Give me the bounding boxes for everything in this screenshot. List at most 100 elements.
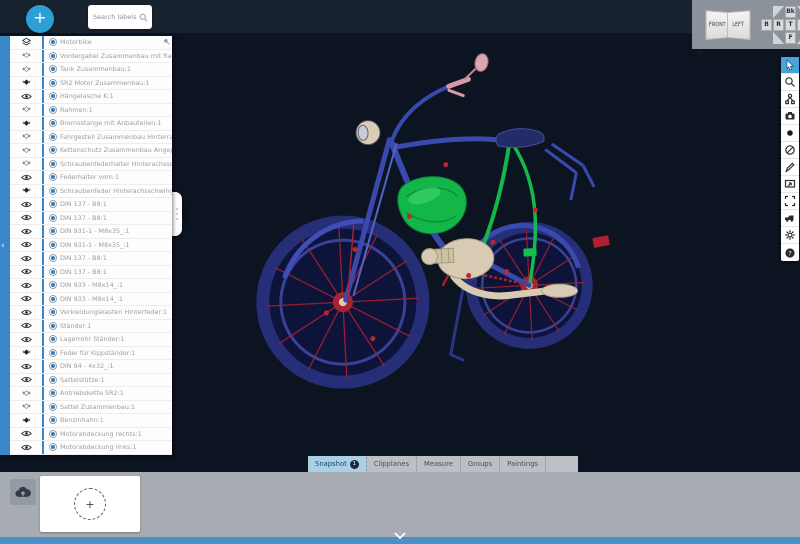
tree-item[interactable]: ‹◆›Schraubenfeder Hinterachsschwinge:1 — [10, 185, 172, 199]
sidebar-collapse-strip[interactable]: ‹ — [0, 36, 10, 455]
tree-item[interactable]: ‹◆›Benzinhahn:1 — [10, 414, 172, 428]
tree-item[interactable]: Federhalter vorn:1 — [10, 171, 172, 185]
radio-icon[interactable] — [49, 376, 57, 384]
eye-icon[interactable] — [10, 441, 44, 454]
tree-item[interactable]: Motorabdeckung links:1 — [10, 441, 172, 455]
eye-icon[interactable] — [10, 306, 44, 319]
eye-icon[interactable] — [10, 333, 44, 346]
tree-item[interactable]: ‹◇›Antriebskette SR2:1 — [10, 387, 172, 401]
ghost-eye-solid-icon[interactable]: ‹◆› — [10, 347, 44, 360]
radio-icon[interactable] — [49, 65, 57, 73]
tree-item[interactable]: ‹◇›Vordergabel Zusammenbau mit Rad:1 — [10, 50, 172, 64]
motorbike-3d-model[interactable] — [205, 45, 675, 445]
radio-icon[interactable] — [49, 430, 57, 438]
ghost-eye-solid-icon[interactable]: ‹◆› — [10, 77, 44, 90]
tab-clipplanes[interactable]: Clipplanes — [367, 456, 417, 472]
ghost-eye-icon[interactable]: ‹◇› — [10, 387, 44, 400]
eye-icon[interactable] — [10, 239, 44, 252]
tree-item[interactable]: Motorabdeckung rechts:1 — [10, 428, 172, 442]
tree-item[interactable]: DIN 933 - M8x14_:1 — [10, 293, 172, 307]
ghost-eye-icon[interactable]: ‹◇› — [10, 144, 44, 157]
tab-measure[interactable]: Measure — [417, 456, 461, 472]
tree-item[interactable]: Ständer:1 — [10, 320, 172, 334]
ghost-eye-icon[interactable]: ‹◇› — [10, 63, 44, 76]
radio-icon[interactable] — [49, 335, 57, 343]
eye-icon[interactable] — [10, 212, 44, 225]
eye-icon[interactable] — [10, 252, 44, 265]
radio-icon[interactable] — [49, 214, 57, 222]
point-tool-icon[interactable] — [781, 125, 799, 142]
tree-item[interactable]: DIN 933 - M8x14_:1 — [10, 279, 172, 293]
tree-item[interactable]: ‹◇›Fahrgestell Zusammenbau Hinterrad:1 — [10, 131, 172, 145]
tree-item[interactable]: ‹◆›Bremsstange mit Anbauteilen:1 — [10, 117, 172, 131]
radio-icon[interactable] — [49, 268, 57, 276]
radio-icon[interactable] — [49, 38, 57, 46]
screenshare-tool-icon[interactable] — [781, 176, 799, 193]
tree-root-row[interactable]: Motorbike — [10, 36, 172, 50]
help-icon[interactable]: ? — [781, 244, 799, 261]
tab-snapshot[interactable]: Snapshot1 — [308, 456, 367, 472]
eye-icon[interactable] — [10, 360, 44, 373]
radio-icon[interactable] — [49, 416, 57, 424]
tree-item[interactable]: ‹◆›Feder für Kippständer:1 — [10, 347, 172, 361]
tree-item[interactable]: DIN 931-1 - M8x35_:1 — [10, 239, 172, 253]
tree-item[interactable]: DIN 137 - B8:1 — [10, 252, 172, 266]
eye-icon[interactable] — [10, 171, 44, 184]
radio-icon[interactable] — [49, 403, 57, 411]
eye-icon[interactable] — [10, 266, 44, 279]
bottom-bar[interactable] — [0, 537, 800, 544]
radio-icon[interactable] — [49, 241, 57, 249]
radio-icon[interactable] — [49, 133, 57, 141]
view-cube-back[interactable]: Bk — [785, 6, 796, 18]
radio-icon[interactable] — [49, 146, 57, 154]
rotate-corner-icon[interactable] — [773, 32, 784, 44]
hierarchy-tool-icon[interactable] — [781, 91, 799, 108]
add-snapshot-card[interactable]: + — [40, 476, 140, 532]
radio-icon[interactable] — [49, 295, 57, 303]
view-cube-top[interactable]: T — [785, 19, 796, 31]
tree-item[interactable]: ‹◇›Sattel Zusammenbau:1 — [10, 401, 172, 415]
ghost-eye-solid-icon[interactable]: ‹◆› — [10, 185, 44, 198]
eye-icon[interactable] — [10, 225, 44, 238]
pin-icon[interactable] — [163, 38, 170, 45]
cloud-upload-button[interactable] — [10, 479, 36, 505]
settings-gear-icon[interactable] — [781, 227, 799, 244]
tree-item[interactable]: ‹◇›Rahmen:1 — [10, 104, 172, 118]
tree-item[interactable]: DIN 137 - B8:1 — [10, 198, 172, 212]
tree-item[interactable]: DIN 137 - B8:1 — [10, 212, 172, 226]
radio-icon[interactable] — [49, 227, 57, 235]
tab-paintings[interactable]: Paintings — [500, 456, 546, 472]
radio-icon[interactable] — [49, 119, 57, 127]
tree-item[interactable]: DIN 137 - B8:1 — [10, 266, 172, 280]
select-tool-icon[interactable] — [781, 57, 799, 74]
ghost-eye-icon[interactable]: ‹◇› — [10, 401, 44, 414]
eye-icon[interactable] — [10, 90, 44, 103]
eye-icon[interactable] — [10, 293, 44, 306]
tree-item[interactable]: Verkleidungskasten Hinterfeder:1 — [10, 306, 172, 320]
tree-item[interactable]: ‹◇›Schraubenfederhalter Hinterachsschwin… — [10, 158, 172, 172]
tree-item[interactable]: ‹◆›SR2 Motor Zusammenbau:1 — [10, 77, 172, 91]
radio-icon[interactable] — [49, 281, 57, 289]
zoom-tool-icon[interactable] — [781, 74, 799, 91]
eye-icon[interactable] — [10, 374, 44, 387]
radio-icon[interactable] — [49, 322, 57, 330]
view-cube-front[interactable]: F — [785, 32, 796, 44]
radio-icon[interactable] — [49, 160, 57, 168]
radio-icon[interactable] — [49, 106, 57, 114]
eye-icon[interactable] — [10, 198, 44, 211]
panel-collapse-icon[interactable] — [694, 50, 704, 56]
tree-item[interactable]: DIN 931-1 - M8x35_:1 — [10, 225, 172, 239]
radio-icon[interactable] — [49, 308, 57, 316]
radio-icon[interactable] — [49, 200, 57, 208]
radio-icon[interactable] — [49, 362, 57, 370]
view-cube-right[interactable]: R — [773, 19, 784, 31]
radio-icon[interactable] — [49, 92, 57, 100]
tree-item[interactable]: DIN 94 - 4x32_:1 — [10, 360, 172, 374]
ghost-eye-solid-icon[interactable]: ‹◆› — [10, 414, 44, 427]
ghost-eye-solid-icon[interactable]: ‹◆› — [10, 117, 44, 130]
left-view-button[interactable]: LEFT — [728, 9, 751, 39]
tree-item[interactable]: ‹◇›Kettenschutz Zusammenbau Angepasst:1 — [10, 144, 172, 158]
layers-icon[interactable] — [10, 36, 44, 49]
view-cube-bottom[interactable]: B — [761, 19, 772, 31]
ghost-eye-icon[interactable]: ‹◇› — [10, 50, 44, 63]
